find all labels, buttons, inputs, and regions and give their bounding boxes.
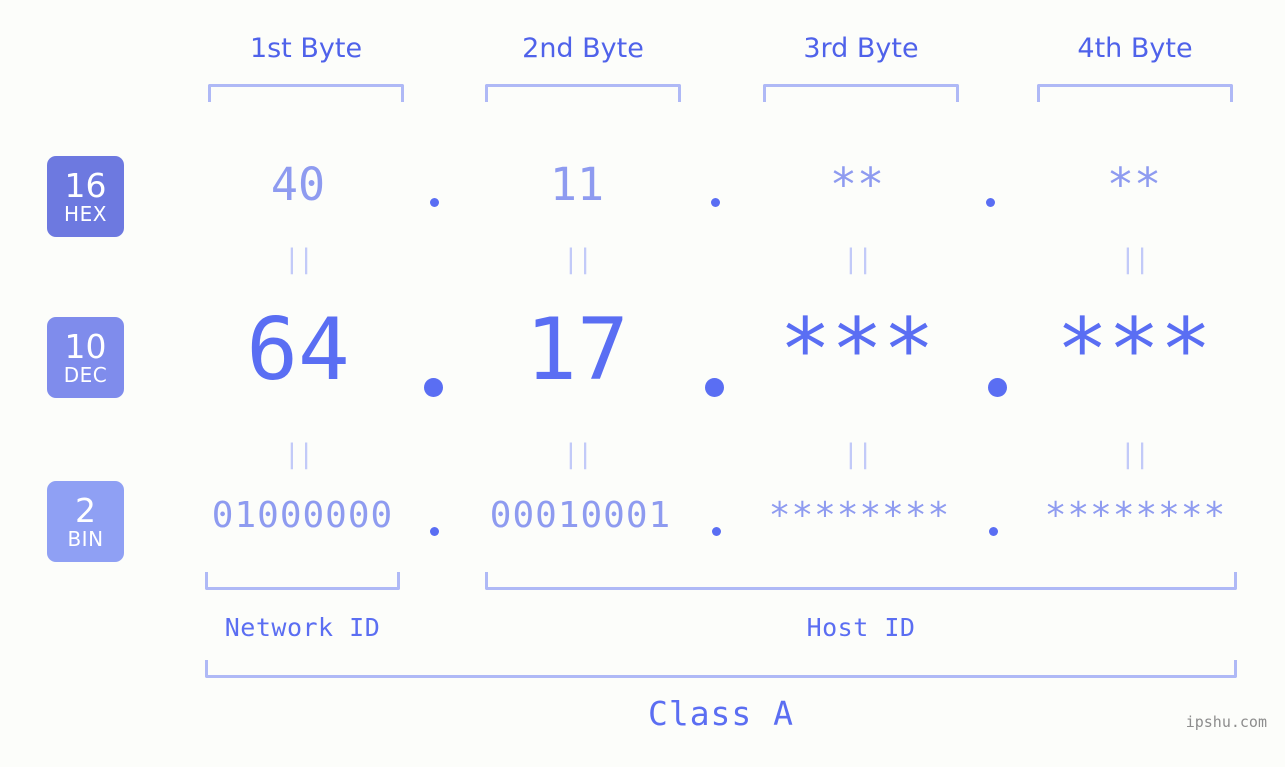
hex-dot-2	[711, 198, 720, 207]
site-watermark: ipshu.com	[1185, 713, 1267, 731]
radix-badge-hex-number: 16	[64, 166, 107, 205]
dec-byte-1: 64	[246, 300, 350, 400]
hex-byte-1: 40	[270, 158, 326, 211]
ip-address-breakdown-diagram: 1st Byte 2nd Byte 3rd Byte 4th Byte 16 H…	[0, 0, 1285, 767]
radix-badge-bin: 2 BIN	[47, 481, 124, 562]
byte-header-2: 2nd Byte	[522, 33, 644, 64]
equality-mark-hex-dec-1: ||	[283, 244, 315, 275]
equality-mark-dec-bin-2: ||	[562, 439, 594, 470]
equality-mark-hex-dec-4: ||	[1119, 244, 1151, 275]
radix-badge-dec-number: 10	[64, 327, 107, 366]
network-id-label: Network ID	[224, 613, 381, 642]
byte-header-4: 4th Byte	[1077, 33, 1193, 64]
hex-byte-2: 11	[549, 158, 605, 211]
hex-byte-3: **	[829, 158, 885, 211]
dec-byte-4: ***	[1056, 300, 1212, 400]
equality-mark-hex-dec-3: ||	[842, 244, 874, 275]
dec-dot-2	[705, 378, 724, 397]
radix-badge-bin-number: 2	[75, 491, 96, 530]
hex-dot-3	[986, 198, 995, 207]
class-label: Class A	[647, 694, 795, 733]
bin-byte-3: ********	[768, 495, 951, 536]
dec-byte-3: ***	[779, 300, 935, 400]
hex-dot-1	[430, 198, 439, 207]
bin-byte-4: ********	[1044, 495, 1227, 536]
byte-bracket-top-1	[208, 84, 404, 102]
host-id-bracket	[485, 572, 1237, 590]
byte-bracket-top-3	[763, 84, 959, 102]
radix-badge-hex: 16 HEX	[47, 156, 124, 237]
equality-mark-dec-bin-3: ||	[842, 439, 874, 470]
equality-mark-dec-bin-1: ||	[283, 439, 315, 470]
equality-mark-dec-bin-4: ||	[1119, 439, 1151, 470]
bin-byte-1: 01000000	[211, 495, 394, 536]
hex-byte-4: **	[1106, 158, 1162, 211]
radix-badge-dec: 10 DEC	[47, 317, 124, 398]
bin-dot-2	[712, 527, 721, 536]
dec-byte-2: 17	[525, 300, 629, 400]
class-bracket	[205, 660, 1237, 678]
radix-badge-dec-name: DEC	[63, 363, 108, 387]
radix-badge-bin-name: BIN	[67, 527, 104, 551]
byte-bracket-top-4	[1037, 84, 1233, 102]
bin-dot-3	[989, 527, 998, 536]
byte-header-3: 3rd Byte	[803, 33, 919, 64]
dec-dot-3	[988, 378, 1007, 397]
dec-dot-1	[424, 378, 443, 397]
bin-dot-1	[430, 527, 439, 536]
host-id-label: Host ID	[806, 613, 916, 642]
byte-bracket-top-2	[485, 84, 681, 102]
bin-byte-2: 00010001	[489, 495, 672, 536]
byte-header-1: 1st Byte	[249, 33, 363, 64]
radix-badge-hex-name: HEX	[64, 202, 107, 226]
equality-mark-hex-dec-2: ||	[562, 244, 594, 275]
network-id-bracket	[205, 572, 400, 590]
